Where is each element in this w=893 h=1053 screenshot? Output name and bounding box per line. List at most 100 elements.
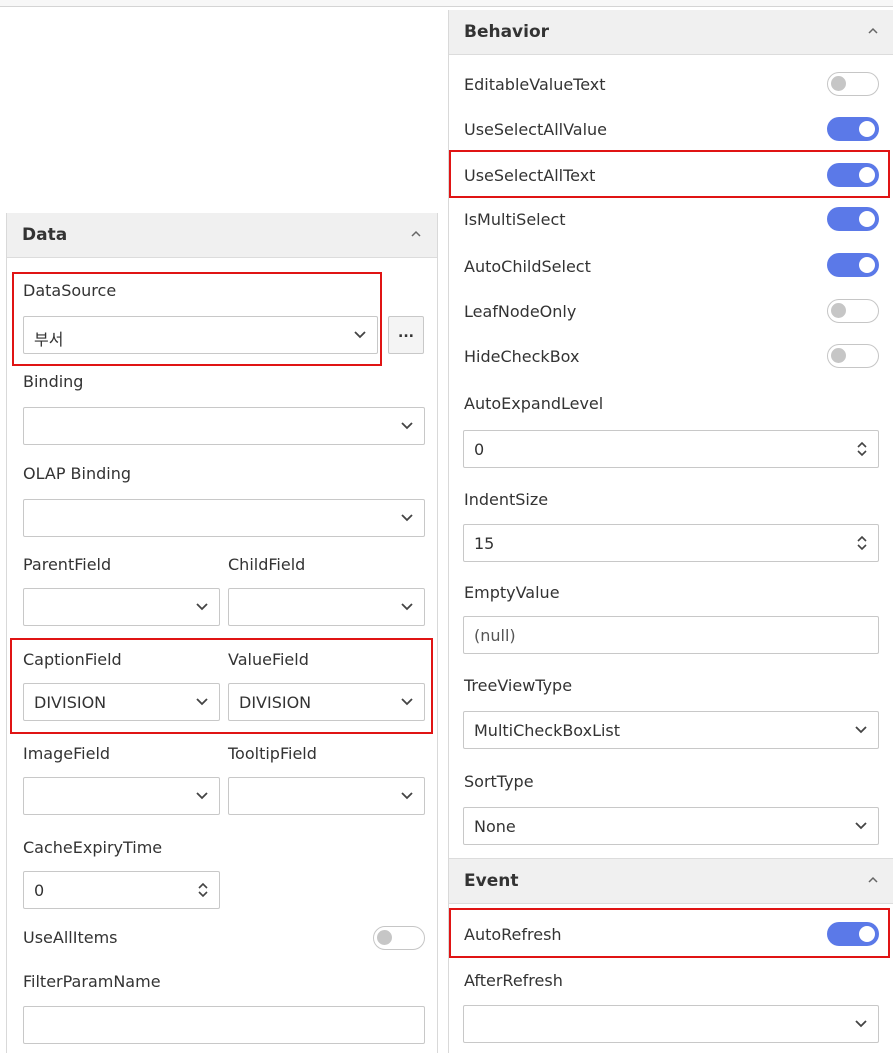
olap-binding-select[interactable] xyxy=(23,499,425,537)
caption-field-select[interactable]: DIVISION xyxy=(23,683,220,721)
parent-field-label: ParentField xyxy=(23,555,112,574)
indent-size-input[interactable]: 15 xyxy=(463,524,879,562)
chevron-down-icon xyxy=(196,603,208,611)
top-strip-segment xyxy=(760,0,893,7)
auto-expand-level-input[interactable]: 0 xyxy=(463,430,879,468)
toggle-knob xyxy=(831,348,846,363)
tree-view-type-select[interactable]: MultiCheckBoxList xyxy=(463,711,879,749)
child-field-select[interactable] xyxy=(228,588,425,626)
behavior-panel-title: Behavior xyxy=(464,22,550,42)
top-strip xyxy=(0,0,893,10)
is-multi-select-label: IsMultiSelect xyxy=(464,210,566,229)
use-select-all-value-toggle[interactable] xyxy=(827,117,879,141)
is-multi-select-toggle[interactable] xyxy=(827,207,879,231)
datasource-more-button[interactable]: ... xyxy=(388,316,424,354)
tooltip-field-select[interactable] xyxy=(228,777,425,815)
editable-value-text-label: EditableValueText xyxy=(464,75,606,94)
data-panel: Data DataSource 부서 ... Binding OLAP Bind… xyxy=(6,213,438,1053)
datasource-label: DataSource xyxy=(23,281,117,300)
chevron-down-icon xyxy=(401,422,413,430)
toggle-knob xyxy=(859,121,875,137)
cache-expiry-time-input[interactable]: 0 xyxy=(23,871,220,909)
chevron-down-icon xyxy=(401,603,413,611)
toggle-knob xyxy=(859,167,875,183)
parent-field-select[interactable] xyxy=(23,588,220,626)
chevron-down-icon xyxy=(196,698,208,706)
value-field-select[interactable]: DIVISION xyxy=(228,683,425,721)
editable-value-text-toggle[interactable] xyxy=(827,72,879,96)
spinner-icon[interactable] xyxy=(197,880,209,900)
filter-param-name-input[interactable] xyxy=(23,1006,425,1044)
binding-label: Binding xyxy=(23,372,84,391)
auto-refresh-toggle[interactable] xyxy=(827,922,879,946)
spinner-icon[interactable] xyxy=(856,533,868,553)
use-all-items-label: UseAllItems xyxy=(23,928,118,947)
hide-check-box-label: HideCheckBox xyxy=(464,347,580,366)
auto-child-select-toggle[interactable] xyxy=(827,253,879,277)
toggle-knob xyxy=(859,926,875,942)
caption-field-value: DIVISION xyxy=(34,693,107,712)
toggle-knob xyxy=(831,303,846,318)
chevron-up-icon[interactable] xyxy=(868,26,878,36)
data-panel-title: Data xyxy=(22,225,68,245)
spinner-icon[interactable] xyxy=(856,439,868,459)
top-strip-segment xyxy=(100,0,761,7)
empty-value-label: EmptyValue xyxy=(464,583,560,602)
event-panel-header[interactable]: Event xyxy=(449,858,893,904)
cache-expiry-time-value: 0 xyxy=(34,881,45,900)
leaf-node-only-label: LeafNodeOnly xyxy=(464,302,577,321)
binding-select[interactable] xyxy=(23,407,425,445)
top-strip-segment xyxy=(0,0,31,7)
chevron-down-icon xyxy=(855,822,867,830)
more-icon: ... xyxy=(398,325,414,341)
use-all-items-toggle[interactable] xyxy=(373,926,425,950)
empty-value-input[interactable]: (null) xyxy=(463,616,879,654)
chevron-up-icon[interactable] xyxy=(411,229,421,239)
sort-type-value: None xyxy=(474,817,516,836)
datasource-select[interactable]: 부서 xyxy=(23,316,378,354)
filter-param-name-label: FilterParamName xyxy=(23,972,161,991)
toggle-knob xyxy=(859,257,875,273)
event-panel-title: Event xyxy=(464,871,519,891)
data-panel-header[interactable]: Data xyxy=(7,213,437,258)
chevron-down-icon xyxy=(401,698,413,706)
after-refresh-label: AfterRefresh xyxy=(464,971,563,990)
leaf-node-only-toggle[interactable] xyxy=(827,299,879,323)
tree-view-type-label: TreeViewType xyxy=(464,676,573,695)
indent-size-label: IndentSize xyxy=(464,490,549,509)
chevron-down-icon xyxy=(855,1020,867,1028)
toggle-knob xyxy=(377,930,392,945)
tooltip-field-label: TooltipField xyxy=(228,744,317,763)
datasource-value: 부서 xyxy=(34,330,64,349)
sort-type-select[interactable]: None xyxy=(463,807,879,845)
use-select-all-value-label: UseSelectAllValue xyxy=(464,120,608,139)
top-strip-segment xyxy=(60,0,101,7)
behavior-panel: Behavior EditableValueText UseSelectAllV… xyxy=(448,10,893,1053)
auto-refresh-label: AutoRefresh xyxy=(464,925,562,944)
behavior-panel-header[interactable]: Behavior xyxy=(449,10,893,55)
toggle-knob xyxy=(831,76,846,91)
use-select-all-text-label: UseSelectAllText xyxy=(464,166,596,185)
chevron-up-icon[interactable] xyxy=(868,875,878,885)
auto-child-select-label: AutoChildSelect xyxy=(464,257,591,276)
chevron-down-icon xyxy=(354,331,366,339)
top-strip-segment xyxy=(30,0,61,7)
value-field-label: ValueField xyxy=(228,650,309,669)
use-select-all-text-toggle[interactable] xyxy=(827,163,879,187)
child-field-label: ChildField xyxy=(228,555,306,574)
sort-type-label: SortType xyxy=(464,772,534,791)
hide-check-box-toggle[interactable] xyxy=(827,344,879,368)
indent-size-value: 15 xyxy=(474,534,495,553)
olap-binding-label: OLAP Binding xyxy=(23,464,132,483)
after-refresh-select[interactable] xyxy=(463,1005,879,1043)
chevron-down-icon xyxy=(401,514,413,522)
chevron-down-icon xyxy=(855,726,867,734)
empty-value-value: (null) xyxy=(474,626,516,645)
image-field-select[interactable] xyxy=(23,777,220,815)
cache-expiry-time-label: CacheExpiryTime xyxy=(23,838,163,857)
chevron-down-icon xyxy=(401,792,413,800)
tree-view-type-value: MultiCheckBoxList xyxy=(474,721,621,740)
caption-field-label: CaptionField xyxy=(23,650,122,669)
auto-expand-level-value: 0 xyxy=(474,440,485,459)
auto-expand-level-label: AutoExpandLevel xyxy=(464,394,604,413)
